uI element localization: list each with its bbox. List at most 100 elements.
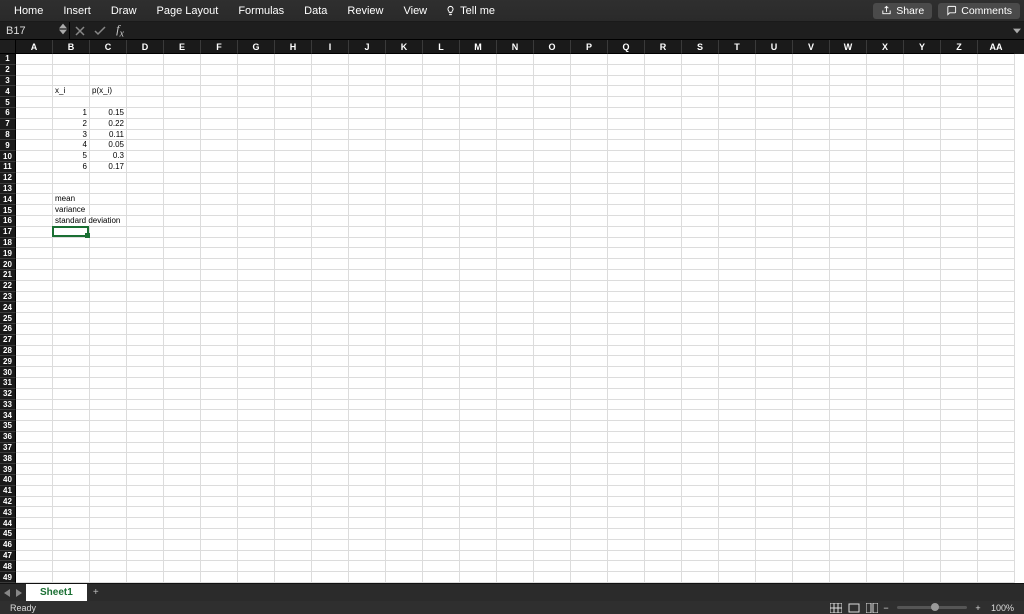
cell[interactable]: 0.11 bbox=[90, 130, 127, 141]
cell[interactable] bbox=[645, 130, 682, 141]
cell[interactable] bbox=[793, 216, 830, 227]
cell[interactable] bbox=[571, 497, 608, 508]
cell[interactable] bbox=[312, 507, 349, 518]
cell[interactable] bbox=[90, 54, 127, 65]
cell[interactable] bbox=[682, 151, 719, 162]
cell[interactable] bbox=[90, 486, 127, 497]
cell[interactable] bbox=[608, 421, 645, 432]
cell[interactable] bbox=[127, 475, 164, 486]
cell[interactable] bbox=[608, 270, 645, 281]
cell[interactable] bbox=[386, 335, 423, 346]
cell[interactable] bbox=[386, 65, 423, 76]
cell[interactable] bbox=[719, 335, 756, 346]
cell[interactable] bbox=[978, 292, 1015, 303]
cell[interactable] bbox=[238, 497, 275, 508]
cell[interactable] bbox=[127, 302, 164, 313]
cell[interactable] bbox=[793, 65, 830, 76]
cell[interactable] bbox=[830, 281, 867, 292]
cell[interactable] bbox=[978, 572, 1015, 583]
cell[interactable] bbox=[756, 173, 793, 184]
cell[interactable] bbox=[349, 130, 386, 141]
row-header[interactable]: 47 bbox=[0, 551, 16, 562]
cell[interactable] bbox=[941, 194, 978, 205]
cell[interactable] bbox=[201, 475, 238, 486]
cell[interactable] bbox=[386, 486, 423, 497]
cell[interactable] bbox=[53, 572, 90, 583]
cell[interactable] bbox=[460, 324, 497, 335]
cell[interactable] bbox=[756, 324, 793, 335]
cell[interactable] bbox=[793, 400, 830, 411]
cell[interactable] bbox=[830, 313, 867, 324]
cell[interactable] bbox=[645, 227, 682, 238]
cell[interactable] bbox=[423, 281, 460, 292]
cell[interactable] bbox=[978, 346, 1015, 357]
cell[interactable] bbox=[90, 421, 127, 432]
cell[interactable] bbox=[386, 216, 423, 227]
cell[interactable] bbox=[349, 302, 386, 313]
cell[interactable] bbox=[90, 227, 127, 238]
cell[interactable] bbox=[312, 54, 349, 65]
cell[interactable] bbox=[497, 367, 534, 378]
cell[interactable] bbox=[16, 378, 53, 389]
cell[interactable] bbox=[645, 292, 682, 303]
cell[interactable] bbox=[830, 151, 867, 162]
cell[interactable] bbox=[349, 507, 386, 518]
cell[interactable] bbox=[90, 432, 127, 443]
cell[interactable] bbox=[312, 292, 349, 303]
cell[interactable] bbox=[386, 324, 423, 335]
cell[interactable] bbox=[460, 410, 497, 421]
cell[interactable] bbox=[275, 238, 312, 249]
cell[interactable] bbox=[349, 421, 386, 432]
cell[interactable] bbox=[793, 54, 830, 65]
cell[interactable] bbox=[719, 108, 756, 119]
cell[interactable] bbox=[164, 216, 201, 227]
row-header[interactable]: 31 bbox=[0, 378, 16, 389]
cell[interactable] bbox=[53, 486, 90, 497]
cell[interactable] bbox=[682, 140, 719, 151]
cell[interactable] bbox=[978, 140, 1015, 151]
cell[interactable] bbox=[53, 389, 90, 400]
cell[interactable] bbox=[238, 443, 275, 454]
cell[interactable] bbox=[386, 378, 423, 389]
cell[interactable] bbox=[682, 194, 719, 205]
cell[interactable] bbox=[349, 227, 386, 238]
cell[interactable] bbox=[941, 119, 978, 130]
cell[interactable] bbox=[571, 453, 608, 464]
cell[interactable] bbox=[830, 97, 867, 108]
cell[interactable] bbox=[90, 497, 127, 508]
cell[interactable] bbox=[867, 216, 904, 227]
cell[interactable] bbox=[793, 475, 830, 486]
cell[interactable] bbox=[756, 335, 793, 346]
cell[interactable] bbox=[312, 270, 349, 281]
cell[interactable] bbox=[127, 400, 164, 411]
cell[interactable] bbox=[349, 86, 386, 97]
row-header[interactable]: 29 bbox=[0, 356, 16, 367]
cell[interactable] bbox=[608, 173, 645, 184]
cell[interactable] bbox=[867, 356, 904, 367]
cell[interactable] bbox=[830, 346, 867, 357]
cell[interactable] bbox=[349, 389, 386, 400]
cell[interactable] bbox=[941, 367, 978, 378]
cell[interactable] bbox=[534, 108, 571, 119]
cell[interactable] bbox=[238, 76, 275, 87]
cell[interactable] bbox=[682, 259, 719, 270]
cell[interactable] bbox=[497, 507, 534, 518]
cell[interactable] bbox=[608, 378, 645, 389]
cell[interactable] bbox=[830, 551, 867, 562]
cell[interactable] bbox=[830, 400, 867, 411]
column-header[interactable]: V bbox=[793, 40, 830, 54]
cell[interactable] bbox=[349, 464, 386, 475]
cell[interactable] bbox=[682, 572, 719, 583]
cell[interactable] bbox=[756, 367, 793, 378]
cell[interactable] bbox=[904, 281, 941, 292]
cell[interactable] bbox=[201, 507, 238, 518]
cell[interactable] bbox=[608, 486, 645, 497]
cell[interactable] bbox=[682, 324, 719, 335]
cell[interactable] bbox=[16, 302, 53, 313]
insert-function-button[interactable]: fx bbox=[110, 22, 130, 39]
cell[interactable] bbox=[867, 443, 904, 454]
cell[interactable] bbox=[275, 572, 312, 583]
cell[interactable] bbox=[867, 97, 904, 108]
cell[interactable] bbox=[201, 151, 238, 162]
cell[interactable] bbox=[608, 76, 645, 87]
